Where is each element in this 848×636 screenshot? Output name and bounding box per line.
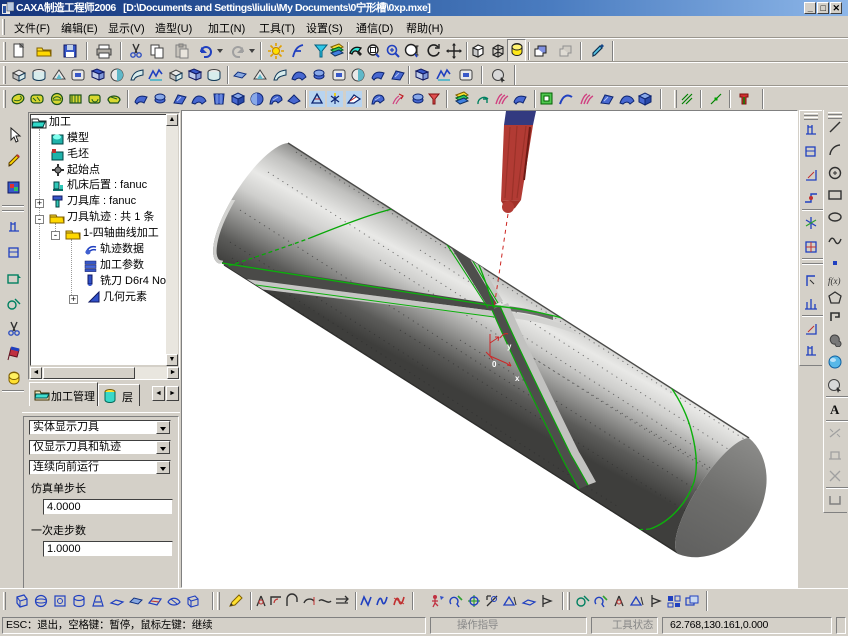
svg-text:0: 0 xyxy=(492,360,497,369)
svg-text:f(x): f(x) xyxy=(828,276,841,286)
svg-text:y: y xyxy=(507,342,512,351)
svg-text:x: x xyxy=(515,374,520,383)
svg-text:A: A xyxy=(830,402,840,417)
